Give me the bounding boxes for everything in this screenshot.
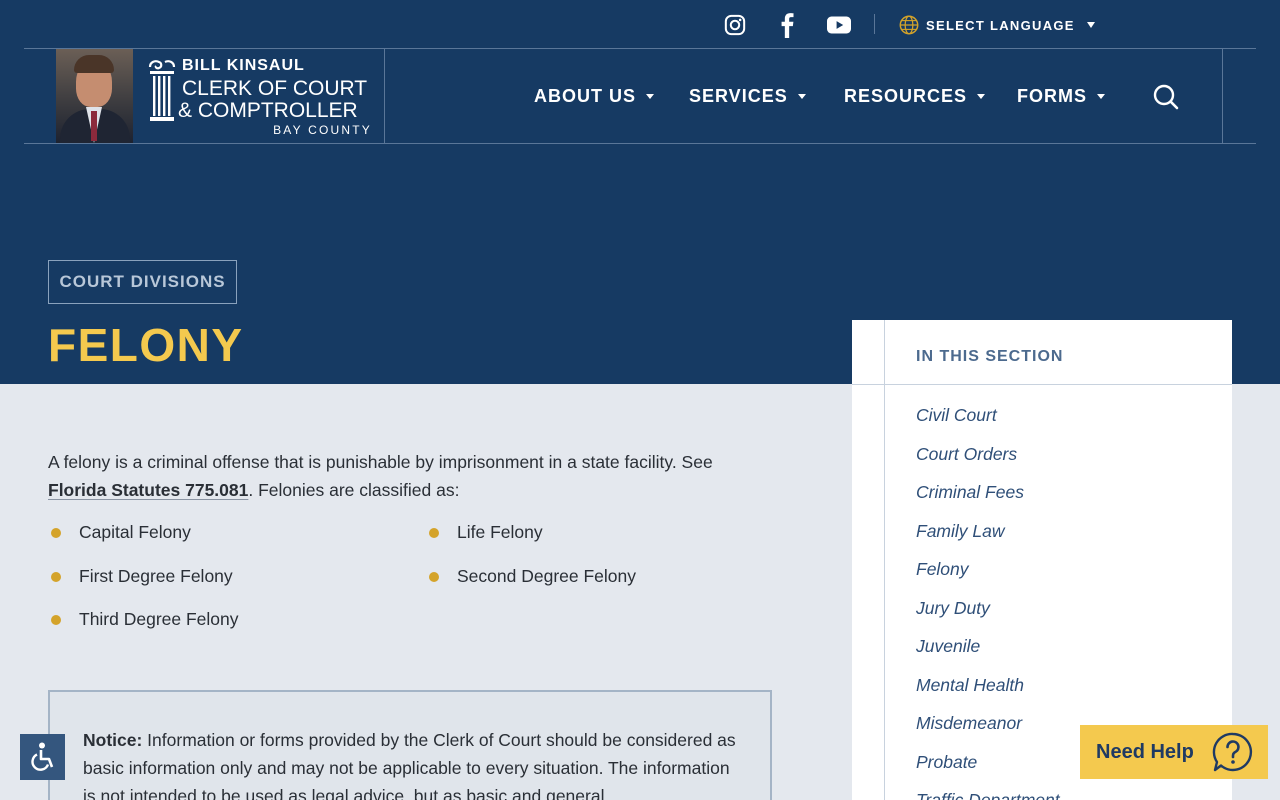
sidebar-item-felony[interactable]: Felony [916, 559, 969, 580]
language-label: SELECT LANGUAGE [926, 17, 1075, 33]
logo-title-line1: CLERK OF COURT [182, 77, 368, 100]
logo-title-line2: & COMPTROLLER [178, 99, 358, 122]
nav-services[interactable]: SERVICES [689, 49, 806, 144]
site-header: BILL KINSAUL CLERK OF COURT & COMPTROLLE… [24, 48, 1256, 144]
sidebar-item-mental-health[interactable]: Mental Health [916, 675, 1024, 696]
globe-icon [899, 15, 919, 35]
list-item: Capital Felony [51, 522, 191, 543]
sidebar-heading: IN THIS SECTION [916, 348, 1064, 365]
list-item-label: First Degree Felony [79, 566, 233, 586]
youtube-icon[interactable] [826, 12, 852, 38]
sidebar-item-juvenile[interactable]: Juvenile [916, 636, 980, 657]
utility-divider [874, 14, 875, 34]
clerk-portrait[interactable] [56, 49, 133, 143]
nav-about-us[interactable]: ABOUT US [534, 49, 654, 144]
logo-county: BAY COUNTY [273, 123, 372, 137]
list-item: First Degree Felony [51, 566, 233, 587]
need-help-button[interactable]: Need Help [1080, 725, 1268, 779]
site-logo[interactable]: BILL KINSAUL CLERK OF COURT & COMPTROLLE… [148, 57, 372, 137]
bullet-icon [51, 571, 61, 582]
sidebar-divider [852, 384, 1232, 385]
list-item: Life Felony [429, 522, 543, 543]
intro-paragraph: A felony is a criminal offense that is p… [48, 448, 768, 504]
need-help-label: Need Help [1096, 740, 1194, 763]
notice-text: Information or forms provided by the Cle… [83, 730, 736, 800]
sidebar-divider [884, 320, 885, 800]
nav-label: FORMS [1017, 86, 1087, 106]
bullet-icon [429, 571, 439, 582]
notice-label: Notice: [83, 730, 143, 750]
accessibility-button[interactable] [20, 734, 65, 780]
bullet-icon [429, 527, 439, 538]
chevron-down-icon [1086, 22, 1095, 28]
instagram-icon[interactable] [722, 12, 748, 38]
bullet-icon [51, 614, 61, 625]
question-icon [1212, 732, 1253, 772]
sidebar-item-criminal-fees[interactable]: Criminal Fees [916, 482, 1024, 503]
list-item-label: Third Degree Felony [79, 609, 239, 629]
chevron-down-icon [646, 94, 654, 99]
sidebar-item-civil-court[interactable]: Civil Court [916, 405, 997, 426]
intro-text-end: . Felonies are classified as: [248, 480, 460, 500]
page-title: FELONY [48, 319, 244, 371]
notice-box: Notice: Information or forms provided by… [48, 690, 772, 800]
chevron-down-icon [797, 94, 806, 99]
intro-text: A felony is a criminal offense that is p… [48, 452, 713, 472]
nav-label: ABOUT US [534, 86, 636, 106]
nav-label: SERVICES [689, 86, 788, 106]
nav-forms[interactable]: FORMS [1017, 49, 1105, 144]
chevron-down-icon [977, 94, 986, 99]
header-divider [1222, 49, 1223, 144]
sidebar-item-jury-duty[interactable]: Jury Duty [916, 598, 990, 619]
sidebar-item-probate[interactable]: Probate [916, 752, 977, 773]
utility-bar: SELECT LANGUAGE [0, 0, 1280, 48]
header-divider [384, 49, 385, 144]
list-item: Second Degree Felony [429, 566, 636, 587]
statute-link[interactable]: Florida Statutes 775.081 [48, 480, 248, 500]
search-icon[interactable] [1152, 83, 1180, 111]
list-item: Third Degree Felony [51, 609, 239, 630]
sidebar-item-family-law[interactable]: Family Law [916, 521, 1005, 542]
section-badge[interactable]: COURT DIVISIONS [48, 260, 237, 304]
list-item-label: Life Felony [457, 522, 543, 542]
sidebar-item-court-orders[interactable]: Court Orders [916, 444, 1017, 465]
list-item-label: Capital Felony [79, 522, 191, 542]
accessibility-icon [30, 742, 53, 771]
clerk-name: BILL KINSAUL [182, 57, 305, 74]
language-selector[interactable]: SELECT LANGUAGE [898, 12, 1095, 38]
sidebar-item-misdemeanor[interactable]: Misdemeanor [916, 713, 1022, 734]
nav-resources[interactable]: RESOURCES [844, 49, 986, 144]
nav-label: RESOURCES [844, 86, 968, 106]
chevron-down-icon [1097, 94, 1105, 99]
list-item-label: Second Degree Felony [457, 566, 636, 586]
facebook-icon[interactable] [774, 12, 800, 38]
sidebar-item-traffic-department[interactable]: Traffic Department [916, 790, 1060, 800]
pillar-icon [148, 60, 176, 121]
bullet-icon [51, 527, 61, 538]
